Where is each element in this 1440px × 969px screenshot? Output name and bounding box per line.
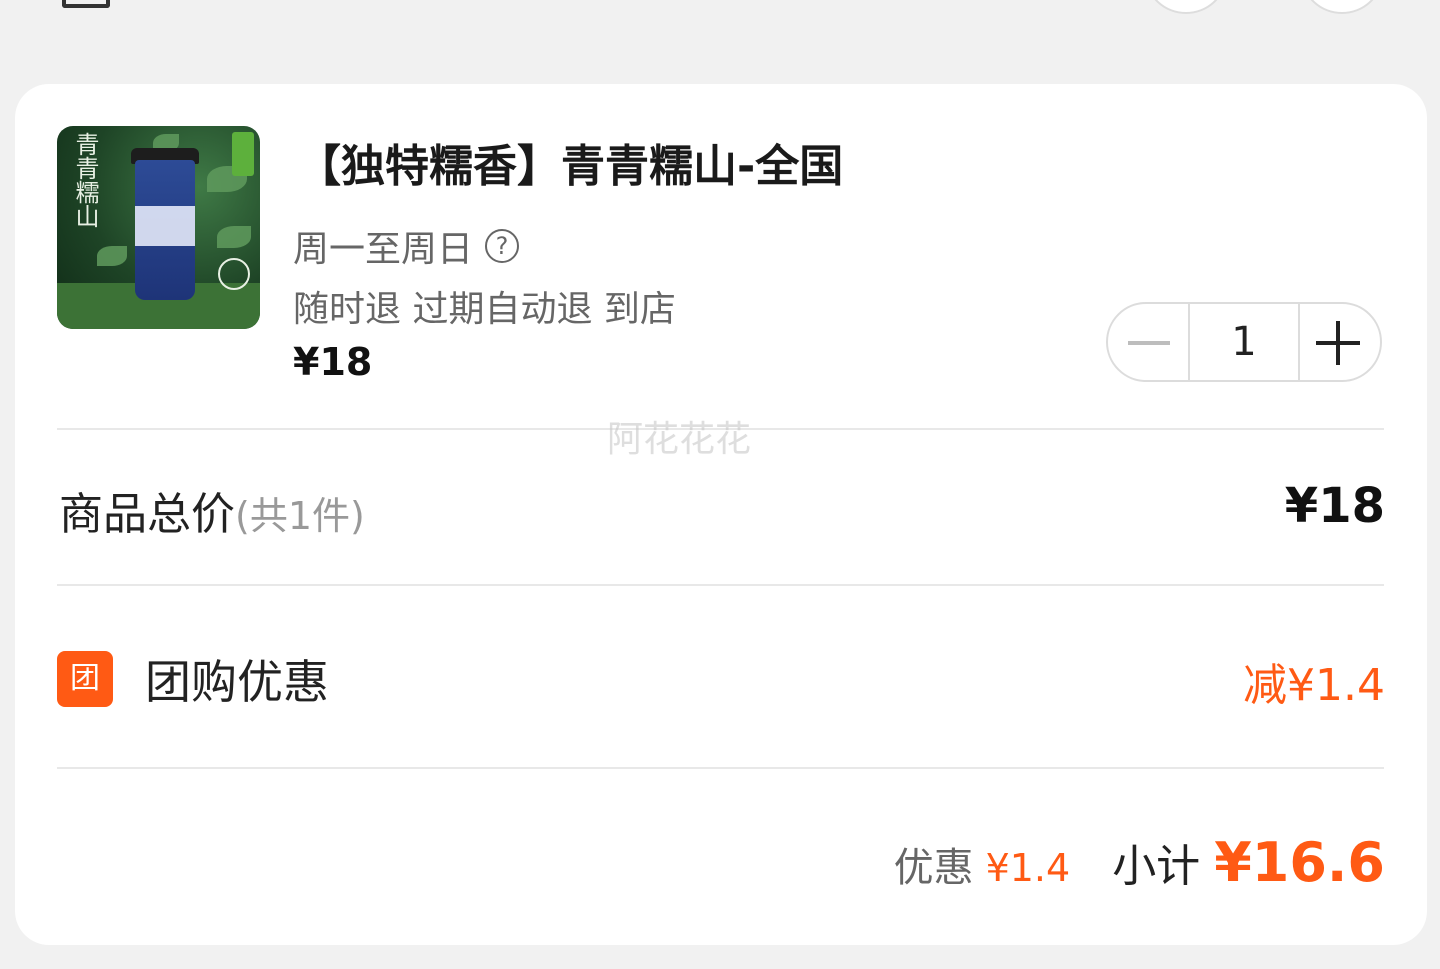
quantity-value[interactable]: 1 <box>1188 304 1300 380</box>
valid-days-text: 周一至周日 <box>293 229 474 270</box>
valid-days: 周一至周日 ? <box>293 220 520 272</box>
subtotal-label: 小计 <box>1112 841 1201 892</box>
image-vertical-text: 青青糯山 <box>71 132 99 228</box>
total-label-text: 商品总价 <box>59 489 235 540</box>
total-count: (共1件) <box>235 494 365 538</box>
discount-label: 优惠 <box>893 845 974 891</box>
leaf-decoration <box>217 226 251 248</box>
increase-button[interactable] <box>1300 304 1380 380</box>
image-badge <box>232 132 254 176</box>
divider <box>57 767 1384 769</box>
group-buy-label: 团购优惠 <box>145 655 329 709</box>
total-label: 商品总价(共1件) <box>59 478 365 542</box>
top-circle-button-2[interactable] <box>1302 0 1382 14</box>
watermark: 阿花花花 <box>607 419 752 460</box>
decrease-button[interactable] <box>1108 304 1188 380</box>
product-title: 【独特糯香】青青糯山-全国 <box>297 141 844 192</box>
refund-info: 随时退 过期自动退 到店 <box>293 289 676 330</box>
order-card: 青青糯山 【独特糯香】青青糯山-全国 周一至周日 ? 随时退 过期自动退 到店 … <box>15 84 1427 945</box>
unit-price: ¥18 <box>293 340 373 384</box>
menu-icon[interactable] <box>62 0 110 8</box>
discount-value: ¥1.4 <box>985 846 1071 890</box>
group-buy-icon: 团 <box>57 651 113 707</box>
quantity-stepper: 1 <box>1106 302 1382 382</box>
product-image[interactable]: 青青糯山 <box>57 126 260 329</box>
cup-label <box>135 206 195 246</box>
leaf-decoration <box>97 246 127 266</box>
group-buy-discount: 减¥1.4 <box>1243 660 1385 711</box>
divider <box>57 584 1384 586</box>
help-icon[interactable]: ? <box>485 229 520 263</box>
kcal-badge <box>218 258 250 290</box>
subtotal-value: ¥16.6 <box>1214 831 1385 894</box>
footer-summary: 优惠 ¥1.4 小计 ¥16.6 <box>894 830 1385 894</box>
top-circle-button-1[interactable] <box>1146 0 1226 14</box>
top-bar-partial <box>0 0 1440 40</box>
total-value: ¥18 <box>1284 478 1385 534</box>
